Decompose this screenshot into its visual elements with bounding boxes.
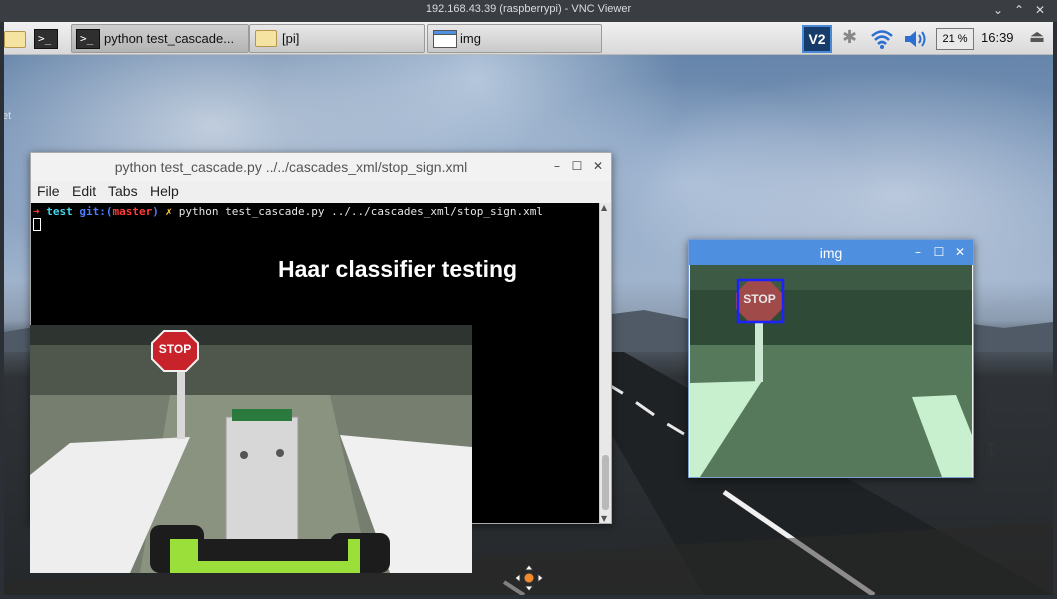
img-title-bar[interactable]: img – ☐ ✕: [689, 240, 973, 265]
taskbar: >_ >_ python test_cascade... [pi] img V2…: [4, 22, 1053, 55]
prompt-directory: test: [46, 205, 73, 218]
prompt-command: python test_cascade.py ../../cascades_xm…: [178, 205, 543, 218]
window-icon: [433, 30, 457, 48]
prompt-git-close: ): [152, 205, 159, 218]
terminal-launcher[interactable]: >_: [32, 26, 62, 51]
task-label: python test_cascade...: [104, 31, 235, 46]
overlay-title: Haar classifier testing: [278, 256, 518, 282]
move-cursor-icon: [515, 565, 543, 591]
robot-car-photo: STOP: [30, 325, 472, 573]
folder-icon: [255, 30, 277, 47]
scroll-down-icon[interactable]: ▼: [601, 514, 607, 523]
terminal-minimize-button[interactable]: –: [549, 158, 565, 174]
img-close-button[interactable]: ✕: [952, 244, 968, 260]
file-manager-launcher[interactable]: [4, 26, 28, 51]
img-maximize-button[interactable]: ☐: [931, 244, 947, 260]
terminal-scrollbar[interactable]: ▲ ▼: [599, 203, 611, 523]
menu-edit[interactable]: Edit: [72, 183, 96, 199]
menu-file[interactable]: File: [37, 183, 60, 199]
task-terminal[interactable]: >_ python test_cascade...: [71, 24, 249, 53]
wifi-icon[interactable]: [870, 28, 894, 50]
vnc-restore-button[interactable]: ⌃: [1011, 2, 1027, 18]
terminal-menubar: File Edit Tabs Help: [31, 181, 611, 203]
eject-icon[interactable]: ⏏: [1029, 27, 1045, 47]
img-window: img – ☐ ✕ STOP: [688, 239, 974, 478]
detection-illustration: [690, 265, 972, 477]
terminal-prompt-line: ➜ test git:(master) ✗ python test_cascad…: [33, 205, 543, 218]
menu-help[interactable]: Help: [150, 183, 179, 199]
volume-icon[interactable]: [903, 29, 929, 49]
terminal-close-button[interactable]: ✕: [590, 158, 606, 174]
prompt-git: git:(: [79, 205, 113, 218]
prompt-branch: master: [112, 205, 153, 218]
task-img-window[interactable]: img: [427, 24, 602, 53]
vnc-title-bar: 192.168.43.39 (raspberrypi) - VNC Viewer…: [0, 0, 1057, 22]
img-minimize-button[interactable]: –: [910, 244, 926, 260]
photo-stop-text: STOP: [158, 342, 192, 356]
terminal-title: python test_cascade.py ../../cascades_xm…: [114, 159, 468, 175]
menu-tabs[interactable]: Tabs: [108, 183, 138, 199]
task-label: [pi]: [282, 31, 300, 46]
bluetooth-icon[interactable]: ✱: [842, 27, 857, 48]
prompt-dirty-marker: ✗: [165, 205, 173, 218]
robot-car-illustration: [30, 325, 472, 573]
vnc-close-button[interactable]: ✕: [1032, 2, 1048, 18]
img-stop-text: STOP: [743, 292, 776, 306]
task-file-manager[interactable]: [pi]: [249, 24, 425, 53]
text-cursor-icon: I: [986, 440, 997, 461]
terminal-cursor: [33, 218, 41, 231]
scroll-up-icon[interactable]: ▲: [601, 203, 607, 212]
vnc-minimize-button[interactable]: ⌄: [990, 2, 1006, 18]
terminal-maximize-button[interactable]: ☐: [569, 158, 585, 174]
task-label: img: [460, 31, 481, 46]
vnc-title: 192.168.43.39 (raspberrypi) - VNC Viewer: [425, 3, 632, 15]
cpu-usage-monitor[interactable]: 21 %: [936, 28, 974, 50]
folder-icon: [4, 31, 26, 48]
vnc-server-icon[interactable]: V2: [802, 25, 832, 53]
terminal-icon: >_: [34, 29, 58, 49]
detection-output-image: STOP: [690, 265, 972, 477]
prompt-arrow: ➜: [33, 205, 40, 218]
desktop-edge-label: et: [4, 110, 12, 122]
clock[interactable]: 16:39: [981, 30, 1014, 45]
terminal-icon: >_: [76, 29, 100, 49]
scrollbar-thumb[interactable]: [602, 455, 609, 510]
terminal-title-bar[interactable]: python test_cascade.py ../../cascades_xm…: [31, 153, 611, 181]
